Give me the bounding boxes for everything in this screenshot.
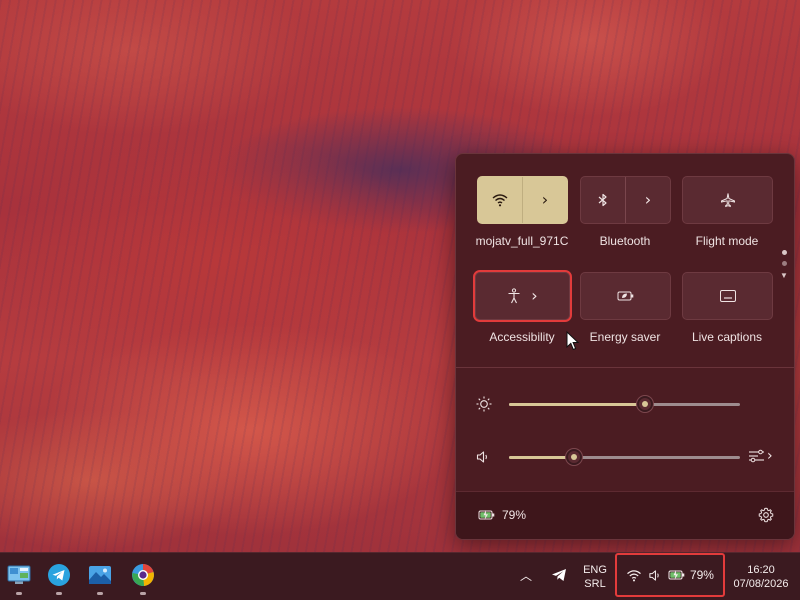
quick-settings-panel: › mojatv_full_971C › Bluetooth Flight mo… bbox=[455, 153, 795, 540]
telegram-tray-icon bbox=[552, 569, 566, 581]
photos-icon bbox=[89, 566, 111, 584]
live-captions-tile[interactable] bbox=[682, 272, 773, 320]
accessibility-tile[interactable]: › bbox=[473, 270, 572, 322]
brightness-slider[interactable] bbox=[509, 396, 740, 412]
taskbar-app-telegram[interactable] bbox=[45, 561, 73, 595]
show-hidden-icons-button[interactable]: ︿ bbox=[520, 567, 532, 584]
volume-slider[interactable] bbox=[509, 449, 740, 465]
wifi-tray-icon bbox=[627, 569, 641, 581]
volume-fill bbox=[509, 456, 574, 459]
chevron-right-icon: › bbox=[541, 190, 549, 209]
live-captions-tile-label: Live captions bbox=[691, 330, 763, 344]
battery-tray-percentage: 79% bbox=[689, 568, 714, 582]
language-line-2: SRL bbox=[584, 577, 606, 590]
app-running-indicator bbox=[97, 592, 103, 595]
brightness-slider-row bbox=[476, 392, 776, 416]
taskbar-app-photos[interactable] bbox=[86, 561, 114, 595]
language-line-1: ENG bbox=[583, 564, 607, 576]
accessibility-tile-label: Accessibility bbox=[489, 330, 555, 344]
airplane-icon bbox=[720, 193, 735, 208]
audio-output-icon bbox=[749, 449, 764, 463]
bluetooth-toggle[interactable] bbox=[581, 177, 625, 223]
audio-output-button[interactable]: › bbox=[748, 448, 773, 464]
panel-divider bbox=[456, 367, 794, 368]
chevron-up-icon: ︿ bbox=[520, 569, 533, 583]
bluetooth-tile-label: Bluetooth bbox=[599, 234, 651, 248]
battery-tray: 79% bbox=[668, 568, 714, 582]
bluetooth-tile[interactable]: › bbox=[580, 176, 671, 224]
clock-date: 07/08/2026 bbox=[733, 577, 789, 590]
wifi-toggle[interactable] bbox=[478, 177, 522, 223]
app-running-indicator bbox=[140, 592, 146, 595]
taskbar-app-control-panel[interactable] bbox=[5, 561, 33, 595]
bluetooth-expand-button[interactable]: › bbox=[626, 177, 670, 223]
battery-leaf-icon bbox=[617, 291, 633, 301]
accessibility-icon bbox=[508, 288, 520, 304]
gear-icon bbox=[758, 507, 774, 523]
wifi-tile-label: mojatv_full_971C bbox=[475, 234, 569, 248]
brightness-thumb[interactable] bbox=[637, 396, 653, 412]
flight-mode-tile[interactable] bbox=[682, 176, 773, 224]
settings-button[interactable] bbox=[758, 507, 774, 528]
battery-status[interactable]: 79% bbox=[478, 508, 526, 522]
energy-saver-tile-label: Energy saver bbox=[589, 330, 661, 344]
clock-time: 16:20 bbox=[747, 564, 775, 576]
page-dot[interactable] bbox=[781, 261, 787, 266]
telegram-icon bbox=[48, 564, 70, 586]
sun-icon bbox=[476, 396, 492, 412]
app-running-indicator bbox=[16, 592, 22, 595]
brightness-fill bbox=[509, 403, 645, 406]
chevron-right-icon: › bbox=[644, 190, 652, 209]
taskbar-app-browser[interactable] bbox=[129, 561, 157, 595]
speaker-icon[interactable] bbox=[476, 450, 490, 464]
wifi-expand-button[interactable]: › bbox=[523, 177, 567, 223]
app-running-indicator bbox=[56, 592, 62, 595]
flight-mode-tile-label: Flight mode bbox=[695, 234, 759, 248]
energy-saver-tile[interactable] bbox=[580, 272, 671, 320]
language-indicator[interactable]: ENG SRL bbox=[583, 564, 607, 592]
wifi-tile[interactable]: › bbox=[477, 176, 568, 224]
system-tray-group[interactable]: 79% bbox=[615, 553, 725, 597]
page-dot-active[interactable] bbox=[781, 250, 787, 255]
quick-settings-footer: 79% bbox=[456, 491, 794, 539]
volume-slider-row: › bbox=[476, 445, 776, 469]
wifi-icon bbox=[492, 194, 508, 207]
tray-telegram-button[interactable] bbox=[551, 568, 567, 587]
browser-icon bbox=[132, 564, 154, 587]
chevron-right-icon: › bbox=[531, 286, 538, 305]
page-indicator[interactable]: ▼ bbox=[780, 250, 788, 280]
clock[interactable]: 16:20 07/08/2026 bbox=[726, 564, 796, 592]
page-down-icon[interactable]: ▼ bbox=[780, 272, 788, 280]
volume-thumb[interactable] bbox=[566, 449, 582, 465]
battery-percentage: 79% bbox=[502, 508, 527, 522]
monitor-icon bbox=[7, 565, 31, 584]
chevron-right-icon: › bbox=[767, 448, 773, 464]
volume-tray-icon bbox=[649, 569, 659, 581]
mouse-cursor-icon bbox=[566, 331, 580, 351]
captions-icon bbox=[719, 290, 736, 302]
battery-charging-icon bbox=[478, 510, 495, 520]
bluetooth-icon bbox=[598, 193, 607, 207]
battery-charging-tray-icon bbox=[668, 570, 685, 580]
quick-settings-tiles-area: › mojatv_full_971C › Bluetooth Flight mo… bbox=[456, 154, 794, 367]
